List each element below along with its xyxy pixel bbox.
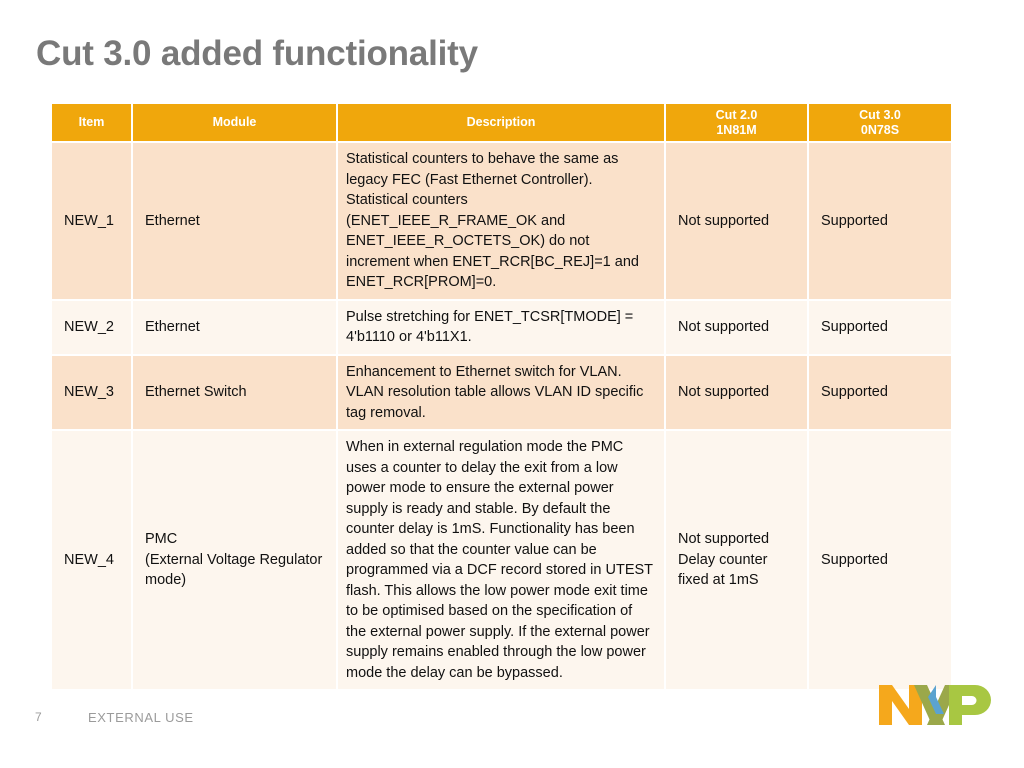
cell-cut20-text: Not supported (678, 212, 770, 229)
table-row: NEW_3 Ethernet Switch Enhancement to Eth… (52, 354, 951, 431)
table-header-row: Item Module Description Cut 2.0 1N81M Cu… (52, 104, 951, 143)
cell-item-text: NEW_1 (64, 212, 114, 229)
cell-module-text: PMC (External Voltage Regulator mode) (145, 531, 323, 589)
column-header-module: Module (132, 104, 338, 143)
column-header-item-label: Item (78, 115, 105, 129)
table-header: Item Module Description Cut 2.0 1N81M Cu… (52, 104, 951, 143)
column-header-cut20: Cut 2.0 1N81M (665, 104, 809, 143)
cell-item: NEW_2 (52, 299, 133, 356)
cell-item-text: NEW_3 (64, 384, 114, 400)
cell-cut20: Not supported Delay counter fixed at 1mS (665, 430, 809, 691)
cell-module-text: Ethernet Switch (145, 384, 247, 400)
column-header-cut20-label: Cut 2.0 (715, 107, 758, 122)
cell-description: Statistical counters to behave the same … (337, 142, 666, 301)
cell-cut30: Supported (808, 430, 951, 691)
cell-cut30-text: Supported (821, 384, 888, 400)
cell-module: Ethernet (132, 299, 338, 356)
cell-cut20: Not supported (665, 354, 809, 431)
column-header-cut30-sublabel: 0N78S (860, 122, 900, 137)
table-row: NEW_4 PMC (External Voltage Regulator mo… (52, 430, 951, 691)
cell-item-text: NEW_2 (64, 318, 114, 335)
column-header-cut20-sublabel: 1N81M (716, 122, 757, 137)
cut-comparison-table-container: Item Module Description Cut 2.0 1N81M Cu… (52, 104, 951, 691)
column-header-item: Item (52, 104, 133, 143)
cell-cut20-text: Not supported (678, 384, 770, 400)
cell-cut20: Not supported (665, 299, 809, 356)
cell-cut20-text: Not supported (678, 318, 770, 335)
cell-item: NEW_3 (52, 354, 133, 431)
cell-cut30: Supported (808, 354, 951, 431)
cell-module: Ethernet (132, 142, 338, 301)
cell-item: NEW_1 (52, 142, 133, 301)
nxp-logo-letter-n (879, 685, 922, 725)
cell-cut30-text: Supported (821, 212, 888, 229)
cell-item-text: NEW_4 (64, 551, 114, 568)
cell-description: When in external regulation mode the PMC… (337, 430, 666, 691)
cell-description-text: Enhancement to Ethernet switch for VLAN.… (346, 363, 644, 421)
cell-cut30: Supported (808, 142, 951, 301)
cell-item: NEW_4 (52, 430, 133, 691)
nxp-logo-letter-p (949, 685, 991, 725)
confidentiality-label: EXTERNAL USE (88, 710, 194, 725)
cell-cut30: Supported (808, 299, 951, 356)
cell-module: Ethernet Switch (132, 354, 338, 431)
column-header-cut30-label: Cut 3.0 (859, 107, 901, 122)
cell-module: PMC (External Voltage Regulator mode) (132, 430, 338, 691)
table-row: NEW_1 Ethernet Statistical counters to b… (52, 142, 951, 301)
cell-cut30-text: Supported (821, 318, 888, 335)
cell-description-text: Statistical counters to behave the same … (346, 151, 639, 290)
table-body: NEW_1 Ethernet Statistical counters to b… (52, 142, 951, 691)
cell-module-text: Ethernet (145, 318, 200, 335)
cell-description: Pulse stretching for ENET_TCSR[TMODE] = … (337, 299, 666, 356)
column-header-description-label: Description (466, 115, 536, 129)
table-row: NEW_2 Ethernet Pulse stretching for ENET… (52, 299, 951, 356)
cell-description-text: Pulse stretching for ENET_TCSR[TMODE] = … (346, 308, 634, 346)
cut-comparison-table: Item Module Description Cut 2.0 1N81M Cu… (52, 104, 951, 691)
page-title: Cut 3.0 added functionality (36, 34, 478, 73)
column-header-cut30: Cut 3.0 0N78S (808, 104, 951, 143)
cell-module-text: Ethernet (145, 212, 200, 229)
nxp-logo (879, 685, 991, 725)
page-number: 7 (35, 710, 42, 724)
cell-cut20: Not supported (665, 142, 809, 301)
cell-cut30-text: Supported (821, 551, 888, 568)
column-header-module-label: Module (212, 115, 257, 129)
cell-description: Enhancement to Ethernet switch for VLAN.… (337, 354, 666, 431)
cell-description-text: When in external regulation mode the PMC… (346, 439, 653, 681)
cell-cut20-text: Not supported Delay counter fixed at 1mS (678, 531, 770, 589)
column-header-description: Description (337, 104, 666, 143)
